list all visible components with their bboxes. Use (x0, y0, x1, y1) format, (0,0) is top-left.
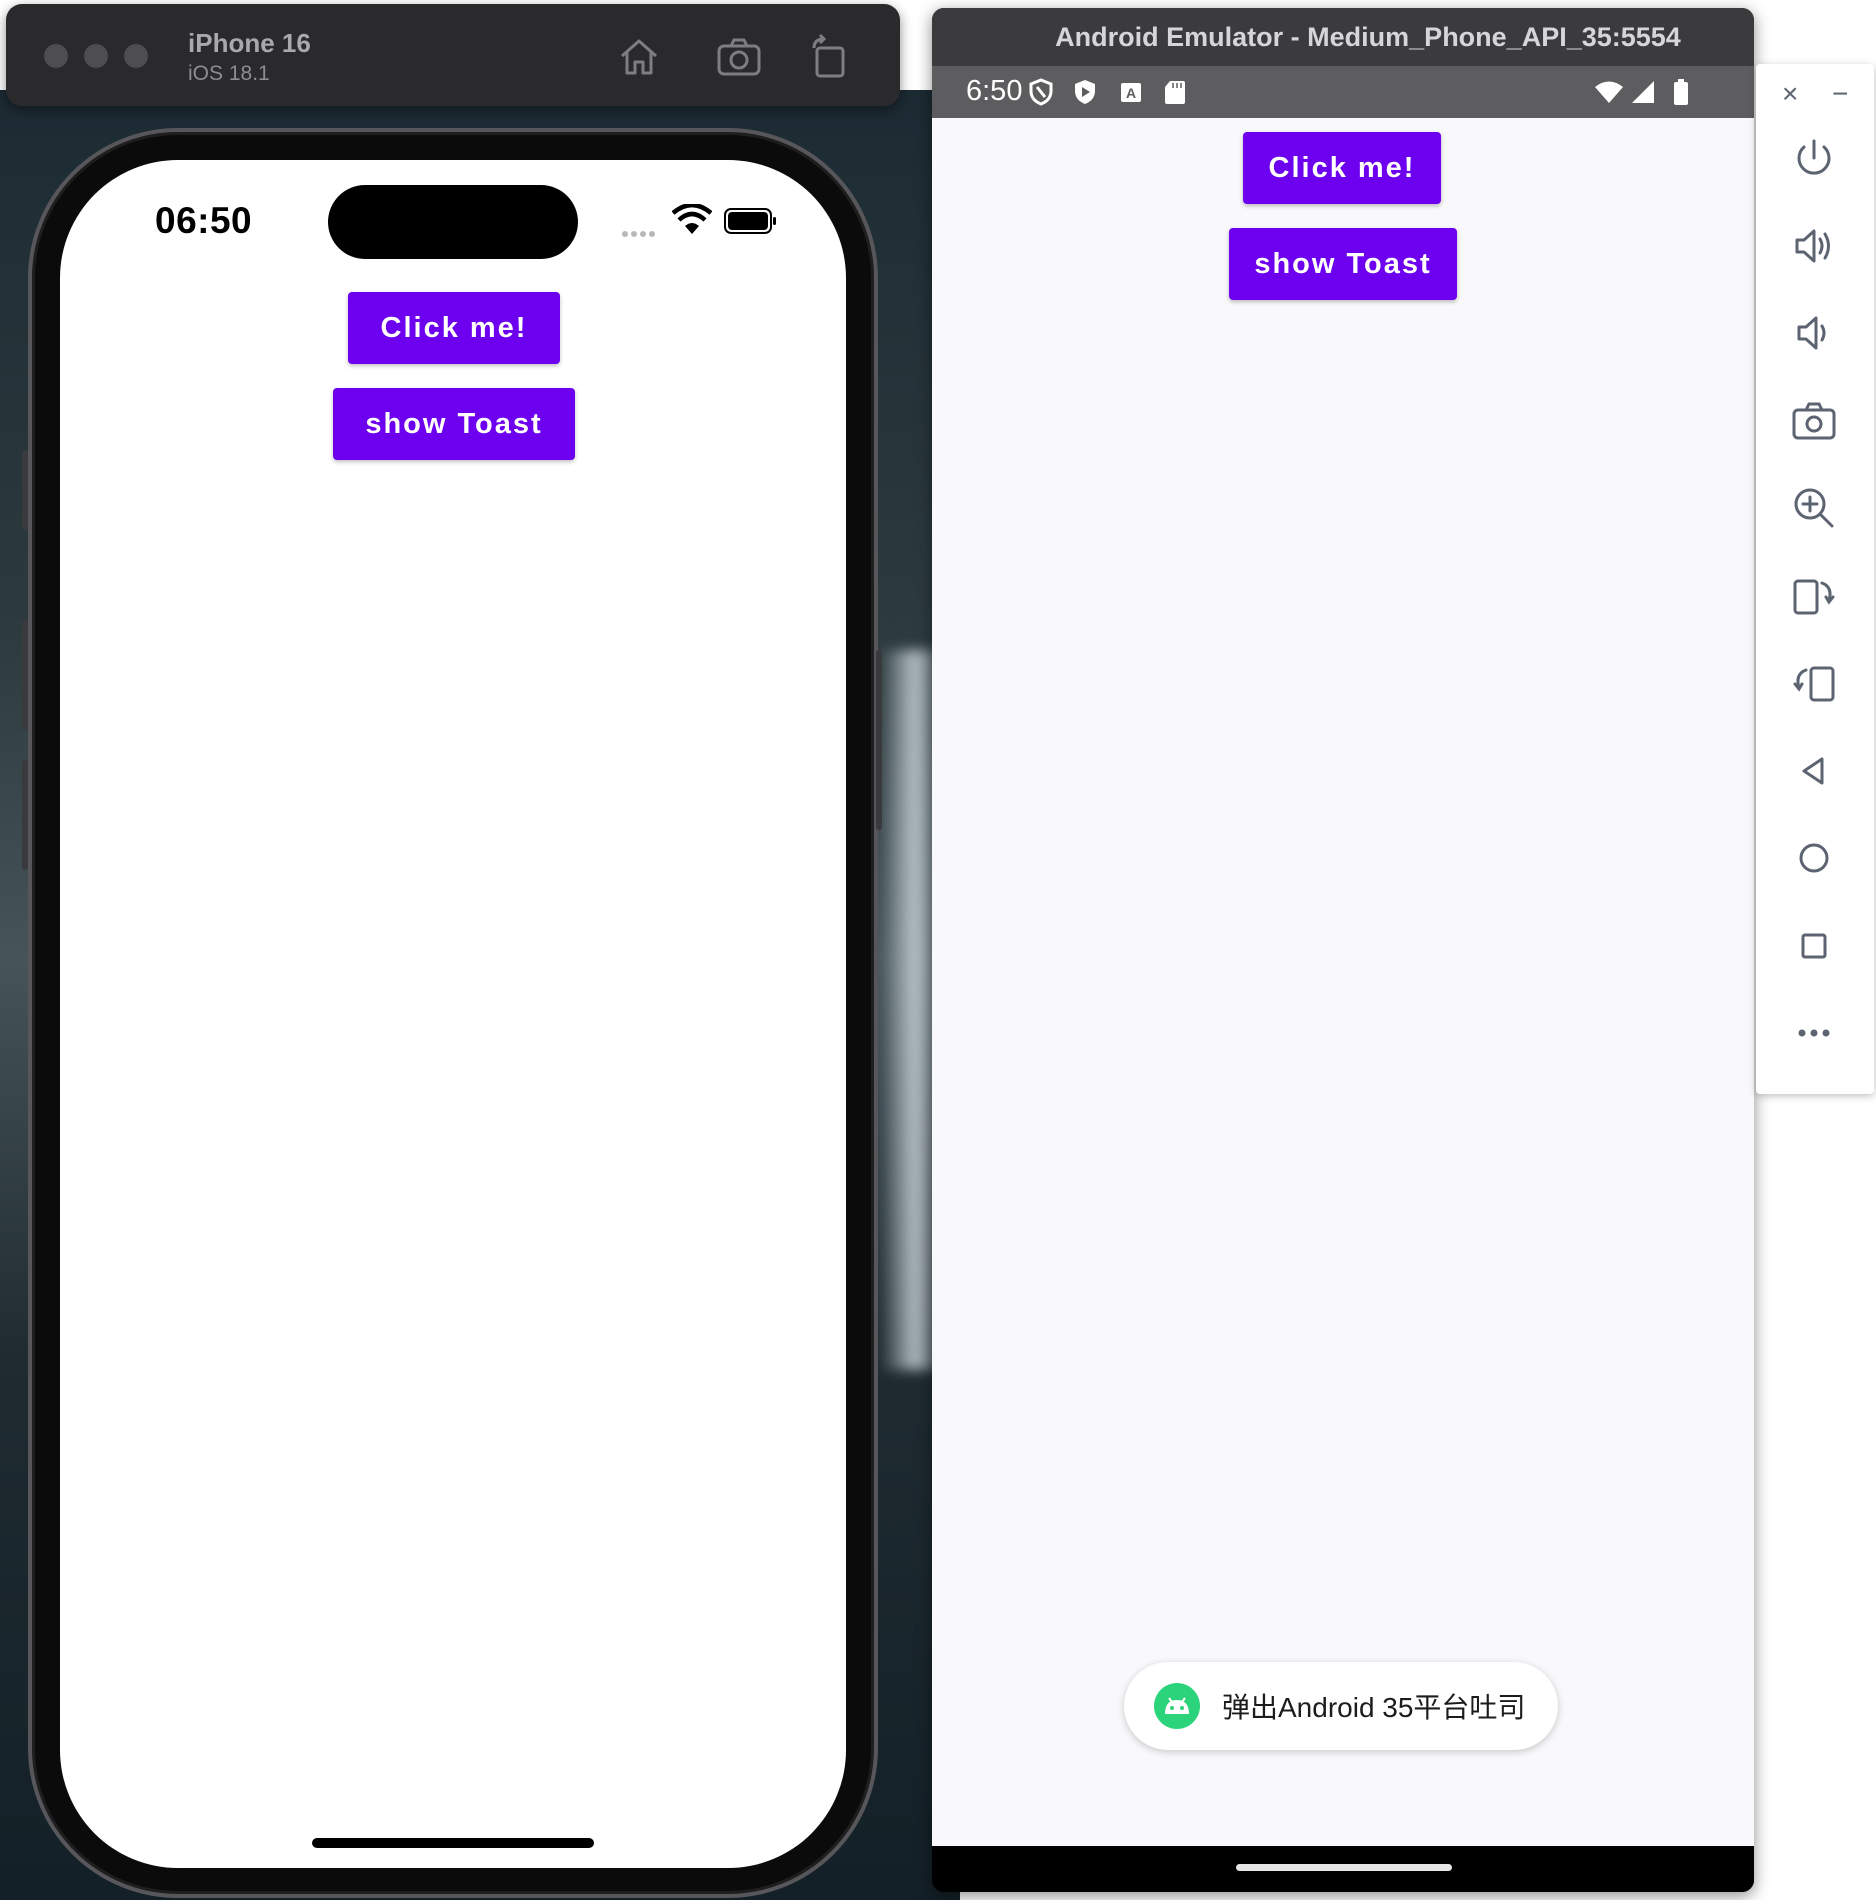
android-status-time: 6:50 (966, 75, 1023, 107)
shield-icon (1028, 78, 1054, 106)
iphone-side-button (876, 650, 882, 830)
android-wifi-icon (1594, 78, 1624, 106)
ios-simulator-toolbar: iPhone 16 iOS 18.1 (6, 4, 900, 106)
rotate-left-icon[interactable] (1785, 567, 1843, 625)
volume-up-icon[interactable] (1785, 217, 1843, 275)
toast-text: 弹出Android 35平台吐司 (1222, 1692, 1526, 1723)
ios-show-toast-button[interactable]: show Toast (333, 388, 575, 460)
window-close-button[interactable] (44, 44, 68, 68)
more-icon[interactable] (1785, 1004, 1843, 1062)
iphone-volume-up (22, 620, 28, 730)
sd-card-icon (1162, 78, 1188, 106)
android-emulator-window: Android Emulator - Medium_Phone_API_35:5… (932, 8, 1754, 1892)
android-status-bar: 6:50 A (932, 66, 1754, 118)
screenshot-icon[interactable] (716, 34, 762, 80)
play-protect-icon (1072, 78, 1098, 106)
android-signal-icon (1630, 78, 1656, 106)
emulator-title: Android Emulator - Medium_Phone_API_35:5… (932, 8, 1754, 66)
android-show-toast-button[interactable]: show Toast (1229, 228, 1457, 300)
camera-icon[interactable] (1785, 392, 1843, 450)
power-icon[interactable] (1785, 129, 1843, 187)
android-screen: Click me! show Toast 弹出Android 35平台吐司 (932, 118, 1754, 1846)
home-icon[interactable] (616, 34, 662, 80)
ios-status-time: 06:50 (155, 200, 253, 241)
keyboard-a-icon: A (1118, 78, 1144, 106)
back-icon[interactable] (1785, 742, 1843, 800)
zoom-icon[interactable] (1785, 479, 1843, 537)
ios-home-indicator[interactable] (312, 1838, 594, 1848)
rotate-right-icon[interactable] (1785, 654, 1843, 712)
iphone-action-button (22, 450, 28, 530)
rotate-icon[interactable] (806, 33, 852, 80)
overview-icon[interactable] (1785, 917, 1843, 975)
toast-message: 弹出Android 35平台吐司 (1124, 1662, 1558, 1750)
home-circle-icon[interactable] (1785, 829, 1843, 887)
svg-text:A: A (1126, 85, 1136, 101)
volume-down-icon[interactable] (1785, 304, 1843, 362)
wifi-icon (671, 202, 713, 236)
battery-icon (724, 208, 778, 234)
android-battery-icon (1672, 78, 1690, 106)
android-robot-icon (1154, 1683, 1200, 1729)
cellular-signal-icon (622, 224, 664, 237)
android-click-me-button[interactable]: Click me! (1243, 132, 1441, 204)
os-version: iOS 18.1 (188, 62, 270, 85)
iphone-screen: 06:50 Click me! show Toast (60, 160, 846, 1868)
iphone-volume-down (22, 760, 28, 870)
dynamic-island (328, 185, 578, 259)
panel-close-button[interactable]: × (1782, 78, 1798, 110)
panel-minimize-button[interactable]: − (1832, 78, 1848, 110)
emulator-control-panel: × − (1756, 64, 1874, 1094)
android-navigation-bar (932, 1846, 1754, 1892)
ios-click-me-button[interactable]: Click me! (348, 292, 560, 364)
window-zoom-button[interactable] (124, 44, 148, 68)
gesture-handle[interactable] (1236, 1864, 1452, 1871)
device-name: iPhone 16 (188, 28, 311, 58)
window-minimize-button[interactable] (84, 44, 108, 68)
